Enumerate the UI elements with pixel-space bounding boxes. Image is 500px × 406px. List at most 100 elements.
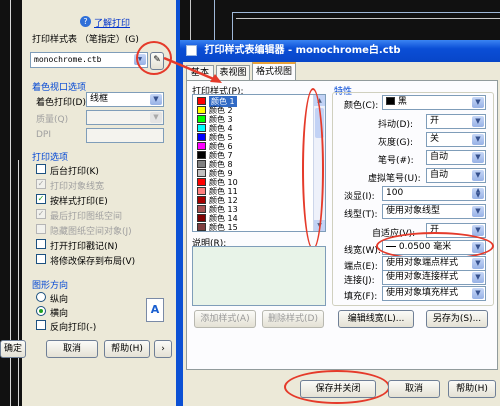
endstyle-select[interactable]: 使用对象端点样式 ▼ xyxy=(382,256,486,271)
plot-option-label: 将修改保存到布局(V) xyxy=(50,257,136,267)
spinner-icon[interactable]: ▲ ▼ xyxy=(472,188,484,199)
help-icon[interactable]: ? xyxy=(80,16,91,27)
add-style-button[interactable]: 添加样式(A) xyxy=(194,310,256,328)
cancel-button[interactable]: 取消 xyxy=(46,340,98,358)
grayscale-select[interactable]: 关 ▼ xyxy=(426,132,486,147)
color-swatch xyxy=(197,178,206,186)
editor-title: 打印样式表编辑器 - monochrome白.ctb xyxy=(204,45,401,56)
orientation-group-title: 图形方向 xyxy=(32,281,69,291)
endstyle-label: 端点(E): xyxy=(344,262,378,272)
pen-select[interactable]: 自动 ▼ xyxy=(426,150,486,165)
dither-label: 抖动(D): xyxy=(378,120,413,130)
plot-option-label: 隐藏图纸空间对象(J) xyxy=(50,227,132,237)
plot-option-label: 打印对象线宽 xyxy=(50,182,105,192)
portrait-radio[interactable] xyxy=(36,292,46,302)
plot-option-checkbox[interactable] xyxy=(36,224,46,234)
cad-line xyxy=(190,0,191,40)
cad-line xyxy=(214,0,215,40)
plot-style-select[interactable]: monochrome.ctb ▼ xyxy=(30,52,148,68)
dpi-field[interactable] xyxy=(86,128,164,143)
tab-form-view-label: 格式视图 xyxy=(255,67,292,77)
ok-button[interactable]: 确定 xyxy=(0,340,26,358)
plot-option-checkbox[interactable]: ✓ xyxy=(36,209,46,219)
color-select[interactable]: 黑 ▼ xyxy=(382,95,486,110)
chevron-down-icon: ▼ xyxy=(472,272,484,283)
reverse-checkbox[interactable] xyxy=(36,320,46,330)
color-swatch xyxy=(197,142,206,150)
plot-option-checkbox[interactable]: ✓ xyxy=(36,194,46,204)
plot-option-label: 最后打印图纸空间 xyxy=(50,212,123,222)
edit-lineweights-button[interactable]: 编辑线宽(L)... xyxy=(338,310,414,328)
cad-background xyxy=(180,0,500,40)
tab-form-view[interactable]: 格式视图 xyxy=(252,62,296,81)
plot-option-checkbox[interactable] xyxy=(36,239,46,249)
screening-value: 100 xyxy=(386,188,404,198)
color-swatch xyxy=(386,97,395,105)
dither-value: 开 xyxy=(430,116,440,126)
color-swatch xyxy=(197,106,206,114)
plot-style-item[interactable]: 颜色 15 xyxy=(195,223,313,232)
color-swatch xyxy=(197,205,206,213)
virtual-pen-select[interactable]: 自动 ▼ xyxy=(426,168,486,183)
chevron-down-icon: ▼ xyxy=(150,112,162,123)
save-as-button[interactable]: 另存为(S)... xyxy=(426,310,488,328)
dither-select[interactable]: 开 ▼ xyxy=(426,114,486,129)
editor-cancel-button[interactable]: 取消 xyxy=(388,380,440,398)
orientation-preview-icon: A xyxy=(146,298,164,322)
expand-arrow-button[interactable]: › xyxy=(154,340,172,358)
chevron-down-icon: ▼ xyxy=(472,152,484,163)
plot-option-checkbox[interactable]: ✓ xyxy=(36,179,46,189)
plot-option-label: 按样式打印(E) xyxy=(50,197,108,207)
editor-help-button[interactable]: 帮助(H) xyxy=(448,380,496,398)
color-swatch xyxy=(197,133,206,141)
quality-select[interactable]: ▼ xyxy=(86,110,164,125)
plot-option-label: 后台打印(K) xyxy=(50,167,99,177)
plot-style-name: 颜色 15 xyxy=(209,223,238,232)
linetype-select[interactable]: 使用对象线型 ▼ xyxy=(382,204,486,219)
color-swatch xyxy=(197,124,206,132)
annotation-circle-scrollbar xyxy=(302,88,324,250)
virtual-pen-label: 虚拟笔号(U): xyxy=(368,174,421,184)
chevron-down-icon: ▼ xyxy=(472,225,484,236)
shade-plot-select[interactable]: 线框 ▼ xyxy=(86,92,164,107)
help-link[interactable]: 了解打印 xyxy=(94,16,130,29)
pen-label: 笔号(#): xyxy=(378,156,414,166)
plot-style-value: monochrome.ctb xyxy=(34,55,102,64)
chevron-down-icon: ▼ xyxy=(472,170,484,181)
fill-value: 使用对象填充样式 xyxy=(386,288,459,298)
description-field[interactable] xyxy=(192,246,326,306)
grayscale-value: 关 xyxy=(430,134,440,144)
chevron-down-icon: ▼ xyxy=(150,94,162,105)
fill-select[interactable]: 使用对象填充样式 ▼ xyxy=(382,286,486,301)
help-button[interactable]: 帮助(H) xyxy=(104,340,150,358)
color-swatch xyxy=(197,169,206,177)
annotation-circle-save xyxy=(284,370,390,404)
delete-style-button[interactable]: 删除样式(D) xyxy=(262,310,324,328)
plot-option-checkbox[interactable] xyxy=(36,164,46,174)
color-swatch xyxy=(197,187,206,195)
joinstyle-value: 使用对象连接样式 xyxy=(386,272,459,282)
chevron-down-icon: ▼ xyxy=(472,97,484,108)
fill-label: 填充(F): xyxy=(344,292,378,302)
quality-label: 质量(Q) xyxy=(36,115,69,125)
color-swatch xyxy=(197,115,206,123)
color-swatch xyxy=(197,160,206,168)
chevron-down-icon: ▼ xyxy=(472,206,484,217)
screening-field[interactable]: 100 ▲ ▼ xyxy=(382,186,486,201)
virtual-pen-value: 自动 xyxy=(430,170,449,180)
joinstyle-select[interactable]: 使用对象连接样式 ▼ xyxy=(382,270,486,285)
color-swatch xyxy=(197,97,206,105)
plot-option-checkbox[interactable] xyxy=(36,254,46,264)
screening-label: 淡显(I): xyxy=(344,192,375,202)
chevron-down-icon: ▼ xyxy=(472,288,484,299)
cad-line xyxy=(232,12,233,40)
cad-line xyxy=(236,18,500,19)
plot-options-group-title: 打印选项 xyxy=(32,153,69,163)
landscape-label: 横向 xyxy=(50,309,69,319)
landscape-radio[interactable] xyxy=(36,306,46,316)
color-swatch xyxy=(197,214,206,222)
plot-option-label: 打开打印戳记(N) xyxy=(50,242,118,252)
arrow-right-icon: › xyxy=(161,344,165,354)
chevron-down-icon: ▼ xyxy=(472,134,484,145)
color-swatch xyxy=(197,151,206,159)
